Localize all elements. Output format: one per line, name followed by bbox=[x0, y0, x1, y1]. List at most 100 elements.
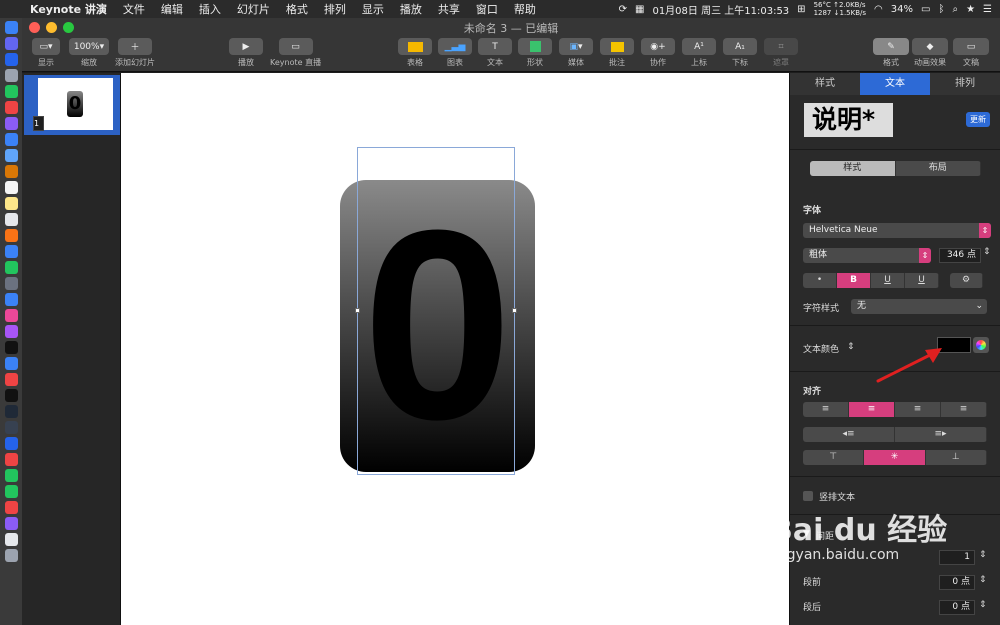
app-icon[interactable] bbox=[4, 421, 18, 434]
add-slide-button[interactable]: ＋ 添加幻灯片 bbox=[115, 38, 155, 68]
chart-button[interactable]: ▁▃▅ 图表 bbox=[438, 38, 472, 68]
menu-help[interactable]: 帮助 bbox=[506, 1, 544, 17]
chrome-icon[interactable] bbox=[4, 101, 18, 114]
menu-edit[interactable]: 编辑 bbox=[153, 1, 191, 17]
sync-icon[interactable]: ⟳ bbox=[619, 4, 627, 15]
align-top-icon[interactable]: ⊤ bbox=[803, 450, 865, 465]
line-spacing-stepper[interactable]: ⇕ bbox=[979, 550, 987, 560]
app-icon[interactable] bbox=[4, 517, 18, 530]
space-before-field[interactable]: 0 点 bbox=[939, 575, 975, 590]
zoom-control[interactable]: 100% ▾ 缩放 bbox=[69, 38, 109, 68]
view-button[interactable]: ▭▾ 显示 bbox=[32, 38, 60, 68]
tv-icon[interactable] bbox=[4, 341, 18, 354]
menu-slide[interactable]: 幻灯片 bbox=[229, 1, 278, 17]
menu-view[interactable]: 显示 bbox=[354, 1, 392, 17]
notes-icon[interactable] bbox=[4, 165, 18, 178]
document-icon[interactable] bbox=[4, 533, 18, 546]
wifi-icon[interactable]: ◠ bbox=[874, 4, 883, 15]
app-store-icon[interactable] bbox=[4, 357, 18, 370]
resize-handle-right[interactable] bbox=[512, 308, 517, 313]
app-icon[interactable] bbox=[4, 149, 18, 162]
facetime-icon[interactable] bbox=[4, 261, 18, 274]
menu-window[interactable]: 窗口 bbox=[468, 1, 506, 17]
font-size-field[interactable]: 346 点 bbox=[939, 248, 981, 263]
yandex-icon[interactable] bbox=[4, 453, 18, 466]
align-middle-icon[interactable]: ✳ bbox=[864, 450, 926, 465]
format-button[interactable]: ✎ 格式 bbox=[873, 38, 909, 68]
terminal-icon[interactable] bbox=[4, 389, 18, 402]
sensor-readout[interactable]: 56°C ↑2.0KB/s 1287 ↓1.5KB/s bbox=[814, 1, 866, 17]
paragraph-style-preview[interactable]: 说明* bbox=[804, 103, 893, 137]
mail-icon[interactable] bbox=[4, 133, 18, 146]
app-icon[interactable] bbox=[4, 437, 18, 450]
wechat-icon[interactable] bbox=[4, 485, 18, 498]
media-button[interactable]: ▣ ▾ 媒体 bbox=[559, 38, 593, 68]
star-icon[interactable]: ★ bbox=[966, 4, 975, 15]
battery-percent[interactable]: 34% bbox=[891, 4, 913, 15]
slide-canvas[interactable]: 0 bbox=[121, 73, 789, 625]
android-icon[interactable] bbox=[4, 85, 18, 98]
activity-monitor-icon[interactable] bbox=[4, 405, 18, 418]
table-button[interactable]: 表格 bbox=[398, 38, 432, 68]
app-icon[interactable] bbox=[4, 277, 18, 290]
increase-indent-icon[interactable]: ≡▸ bbox=[895, 427, 987, 442]
menu-insert[interactable]: 插入 bbox=[191, 1, 229, 17]
space-before-stepper[interactable]: ⇕ bbox=[979, 575, 987, 585]
chevron-updown-icon[interactable]: ⇕ bbox=[847, 342, 855, 352]
app-icon[interactable] bbox=[4, 117, 18, 130]
comment-button[interactable]: 批注 bbox=[600, 38, 634, 68]
search-icon[interactable]: ⌕ bbox=[952, 4, 958, 15]
contacts-icon[interactable] bbox=[4, 213, 18, 226]
vivaldi-icon[interactable] bbox=[4, 373, 18, 386]
align-center-icon[interactable]: ≡ bbox=[849, 402, 895, 417]
space-after-field[interactable]: 0 点 bbox=[939, 600, 975, 615]
menu-format[interactable]: 格式 bbox=[278, 1, 316, 17]
vertical-text-checkbox[interactable] bbox=[803, 491, 813, 501]
space-after-stepper[interactable]: ⇕ bbox=[979, 600, 987, 610]
finder-icon[interactable] bbox=[4, 21, 18, 34]
text-options-button[interactable]: ⚙ bbox=[950, 273, 983, 288]
subtab-layout[interactable]: 布局 bbox=[896, 161, 981, 176]
menubar-datetime[interactable]: 01月08日 周三 上午11:03:53 bbox=[652, 2, 789, 17]
subtab-style[interactable]: 样式 bbox=[810, 161, 896, 176]
underline-button[interactable]: U bbox=[871, 273, 905, 288]
font-family-select[interactable]: Helvetica Neue ⇕ bbox=[803, 223, 991, 238]
trash-icon[interactable] bbox=[4, 549, 18, 562]
update-style-button[interactable]: 更新 bbox=[966, 112, 990, 127]
tab-text[interactable]: 文本 bbox=[860, 73, 930, 95]
document-button[interactable]: ▭ 文稿 bbox=[953, 38, 989, 68]
play-button[interactable]: ▶ 播放 bbox=[229, 38, 263, 68]
collaborate-button[interactable]: ◉+ 协作 bbox=[641, 38, 675, 68]
menu-play[interactable]: 播放 bbox=[392, 1, 430, 17]
keynote-icon[interactable] bbox=[4, 293, 18, 306]
bluetooth-icon[interactable]: ᛒ bbox=[938, 4, 944, 15]
text-button[interactable]: T 文本 bbox=[478, 38, 512, 68]
control-center-icon[interactable]: ☰ bbox=[983, 4, 992, 15]
reminders-icon[interactable] bbox=[4, 197, 18, 210]
photos-icon[interactable] bbox=[4, 229, 18, 242]
calendar-icon[interactable]: ▦ bbox=[635, 4, 644, 15]
align-justify-icon[interactable]: ≡ bbox=[941, 402, 987, 417]
char-style-select[interactable]: 无 ⌄ bbox=[851, 299, 987, 314]
netease-music-icon[interactable] bbox=[4, 501, 18, 514]
menu-share[interactable]: 共享 bbox=[430, 1, 468, 17]
menu-app[interactable]: Keynote 讲演 bbox=[22, 1, 115, 17]
font-size-stepper[interactable]: ⇕ bbox=[983, 247, 991, 257]
tab-arrange[interactable]: 排列 bbox=[930, 73, 1000, 95]
color-picker-button[interactable] bbox=[973, 337, 989, 353]
strikethrough-button[interactable]: U bbox=[905, 273, 939, 288]
mask-button[interactable]: ⌗ 遮罩 bbox=[764, 38, 798, 68]
align-right-icon[interactable]: ≡ bbox=[895, 402, 941, 417]
launchpad-icon[interactable] bbox=[4, 53, 18, 66]
font-weight-select[interactable]: 粗体 ⇕ bbox=[803, 248, 931, 263]
app-icon[interactable] bbox=[4, 469, 18, 482]
resize-handle-left[interactable] bbox=[355, 308, 360, 313]
podcasts-icon[interactable] bbox=[4, 325, 18, 338]
safari-icon[interactable] bbox=[4, 69, 18, 82]
calendar-app-icon[interactable] bbox=[4, 181, 18, 194]
keynote-live-button[interactable]: ▭ Keynote 直播 bbox=[270, 38, 321, 68]
bullet-button[interactable]: • bbox=[803, 273, 837, 288]
bold-button[interactable]: B bbox=[837, 273, 871, 288]
tab-style[interactable]: 样式 bbox=[790, 73, 860, 95]
animate-button[interactable]: ◆ 动画效果 bbox=[912, 38, 948, 68]
